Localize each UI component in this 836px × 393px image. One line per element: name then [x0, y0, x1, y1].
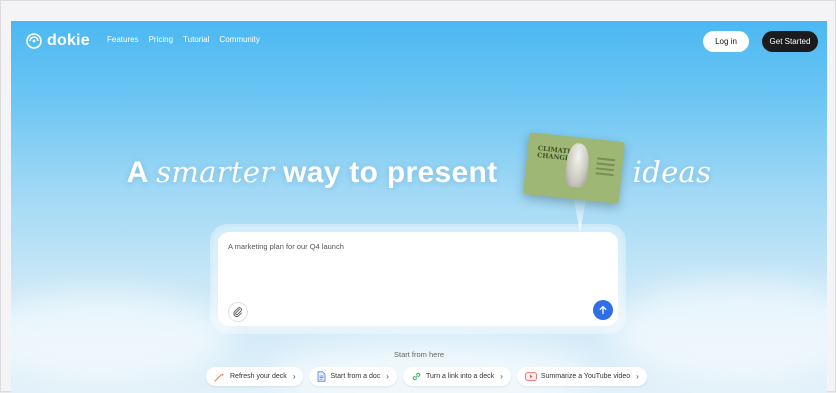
nav-link-pricing[interactable]: Pricing: [149, 35, 173, 44]
starter-chips: Refresh your deck › Start from a doc › T…: [206, 367, 647, 386]
nav-link-community[interactable]: Community: [219, 35, 259, 44]
link-icon: [412, 372, 421, 381]
start-from-here-label: Start from here: [393, 350, 445, 359]
chip-label: Turn a link into a deck: [425, 373, 495, 380]
chevron-right-icon: ›: [636, 372, 639, 381]
chevron-right-icon: ›: [386, 372, 389, 381]
youtube-icon: [525, 372, 537, 381]
arrow-up-icon: [599, 305, 607, 315]
chevron-right-icon: ›: [500, 372, 503, 381]
hero-headline: A smarter way to present ideas: [11, 155, 827, 190]
nav-link-tutorial[interactable]: Tutorial: [183, 35, 209, 44]
chip-label: Summarize a YouTube video: [540, 373, 631, 380]
paperclip-icon: [233, 307, 242, 317]
nav-links: Features Pricing Tutorial Community: [107, 35, 260, 44]
chip-link-to-deck[interactable]: Turn a link into a deck ›: [402, 367, 511, 386]
get-started-button[interactable]: Get Started: [762, 31, 818, 52]
chip-summarize-youtube[interactable]: Summarize a YouTube video ›: [516, 367, 647, 386]
cloud-decoration: [611, 281, 827, 381]
hero-word-ideas: ideas: [632, 155, 712, 189]
attach-button[interactable]: [228, 302, 248, 322]
hero-word-a: A: [126, 156, 148, 189]
chip-label: Start from a doc: [330, 373, 381, 380]
landing-page: dokie Features Pricing Tutorial Communit…: [11, 21, 827, 393]
hero-phrase-middle: way to present: [283, 156, 498, 189]
prompt-container: A marketing plan for our Q4 launch: [213, 227, 623, 331]
browser-frame: dokie Features Pricing Tutorial Communit…: [0, 0, 836, 393]
slide-card-illustration: CLIMATE CHANGE: [522, 131, 632, 233]
dokie-logo-icon: [26, 33, 42, 49]
slide-card: CLIMATE CHANGE: [523, 132, 625, 204]
brand-logo[interactable]: dokie: [25, 32, 90, 50]
chevron-right-icon: ›: [292, 372, 296, 381]
chip-refresh-deck[interactable]: Refresh your deck ›: [206, 367, 304, 386]
brand-name: dokie: [47, 32, 90, 49]
slide-card-text-lines: [595, 157, 616, 179]
top-navigation: dokie Features Pricing Tutorial Communit…: [11, 21, 827, 61]
document-icon: [318, 371, 326, 382]
chip-label: Refresh your deck: [230, 373, 287, 380]
cloud-decoration: [11, 291, 231, 381]
prompt-input[interactable]: A marketing plan for our Q4 launch: [228, 242, 344, 251]
send-button[interactable]: [593, 300, 613, 320]
prompt-box[interactable]: A marketing plan for our Q4 launch: [218, 232, 618, 326]
login-button[interactable]: Log in: [703, 31, 749, 52]
hero-word-smarter: smarter: [156, 155, 275, 189]
sparkle-wand-icon: [214, 372, 225, 382]
nav-link-features[interactable]: Features: [107, 35, 139, 44]
chip-start-from-doc[interactable]: Start from a doc ›: [309, 367, 397, 386]
